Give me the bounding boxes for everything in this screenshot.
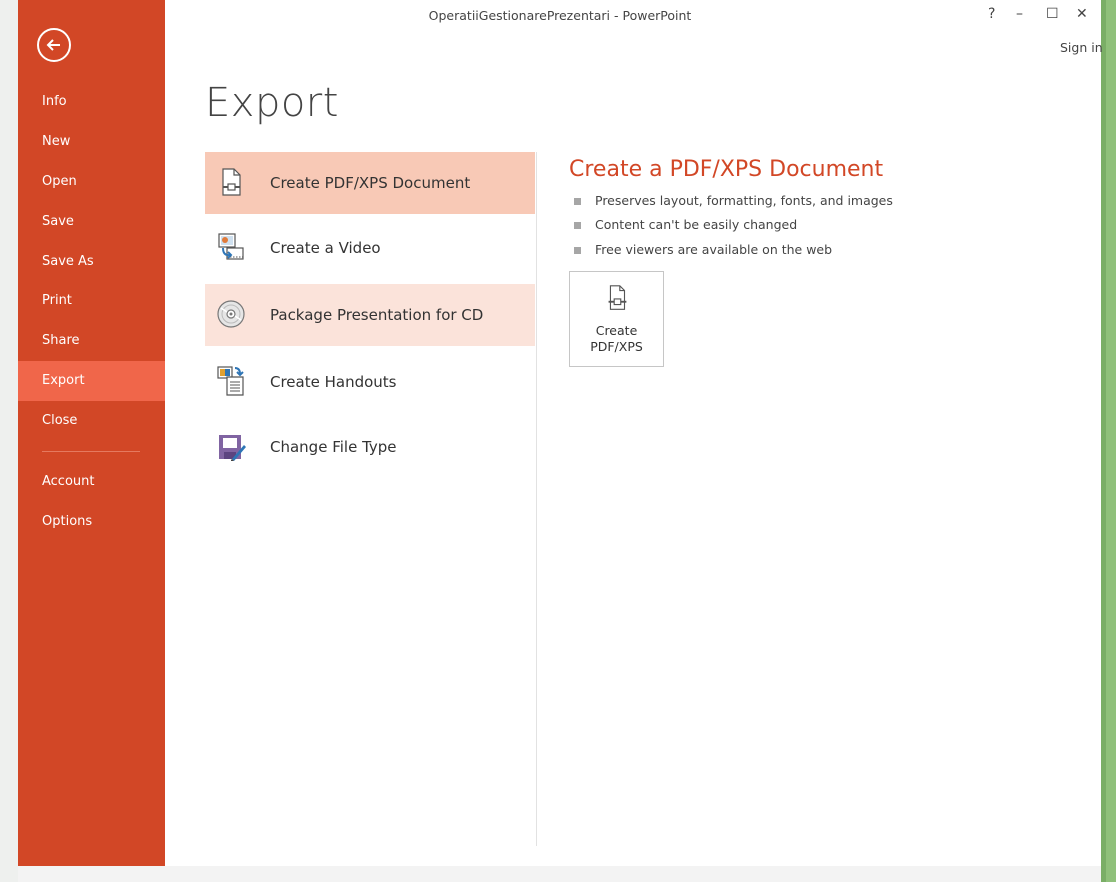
file-type-icon	[219, 435, 246, 461]
nav-item-info[interactable]: Info	[18, 82, 165, 122]
nav-item-account[interactable]: Account	[18, 462, 165, 502]
create-button-label: Create PDF/XPS	[570, 323, 663, 355]
maximize-button[interactable]: ☐	[1046, 6, 1059, 22]
sign-in-link[interactable]: Sign in	[1060, 40, 1103, 55]
desktop-left-edge	[0, 0, 18, 882]
handouts-icon	[217, 366, 244, 396]
back-arrow-icon	[46, 39, 60, 51]
nav-item-share[interactable]: Share	[18, 321, 165, 361]
bullet-text: Content can't be easily changed	[595, 217, 798, 232]
nav-item-save[interactable]: Save	[18, 202, 165, 242]
nav-item-open[interactable]: Open	[18, 162, 165, 202]
option-label: Package Presentation for CD	[270, 306, 484, 324]
option-package-for-cd[interactable]: Package Presentation for CD	[205, 284, 535, 346]
option-create-pdf-xps[interactable]: Create PDF/XPS Document	[205, 152, 535, 214]
create-pdf-xps-button[interactable]: Create PDF/XPS	[569, 271, 664, 367]
help-button[interactable]: ?	[988, 6, 995, 22]
window-bottom-edge	[18, 866, 1101, 882]
option-change-file-type[interactable]: Change File Type	[205, 416, 535, 478]
nav-item-save-as[interactable]: Save As	[18, 242, 165, 282]
nav-divider	[42, 451, 140, 452]
backstage-nav: Info New Open Save Save As Print Share E…	[18, 0, 165, 866]
option-label: Create PDF/XPS Document	[270, 174, 471, 192]
detail-bullet: Preserves layout, formatting, fonts, and…	[574, 193, 893, 208]
back-button[interactable]	[37, 28, 71, 62]
option-label: Change File Type	[270, 438, 397, 456]
nav-item-close[interactable]: Close	[18, 401, 165, 441]
video-icon	[218, 233, 244, 260]
detail-title: Create a PDF/XPS Document	[569, 157, 884, 182]
nav-item-options[interactable]: Options	[18, 502, 165, 542]
detail-bullet: Content can't be easily changed	[573, 217, 798, 232]
pane-divider	[536, 152, 537, 846]
minimize-button[interactable]: –	[1016, 6, 1023, 22]
desktop-right-edge	[1101, 0, 1116, 882]
nav-item-new[interactable]: New	[18, 122, 165, 162]
option-create-handouts[interactable]: Create Handouts	[205, 351, 535, 413]
detail-bullet: Free viewers are available on the web	[573, 242, 833, 257]
option-label: Create Handouts	[270, 373, 397, 391]
option-label: Create a Video	[270, 239, 381, 257]
create-button-line2: PDF/XPS	[590, 339, 643, 354]
create-button-line1: Create	[595, 323, 638, 338]
nav-item-export[interactable]: Export	[18, 361, 165, 401]
window-title: OperatiiGestionarePrezentari - PowerPoin…	[428, 8, 692, 23]
bullet-text: Preserves layout, formatting, fonts, and…	[595, 193, 893, 208]
close-window-button[interactable]: ✕	[1076, 6, 1088, 22]
page-title: Export	[205, 80, 339, 126]
option-create-video[interactable]: Create a Video	[205, 217, 535, 279]
bullet-text: Free viewers are available on the web	[595, 242, 833, 257]
nav-item-print[interactable]: Print	[18, 281, 165, 321]
cd-icon	[217, 300, 245, 328]
pdf-document-icon	[608, 285, 627, 310]
pdf-document-icon	[222, 168, 241, 196]
